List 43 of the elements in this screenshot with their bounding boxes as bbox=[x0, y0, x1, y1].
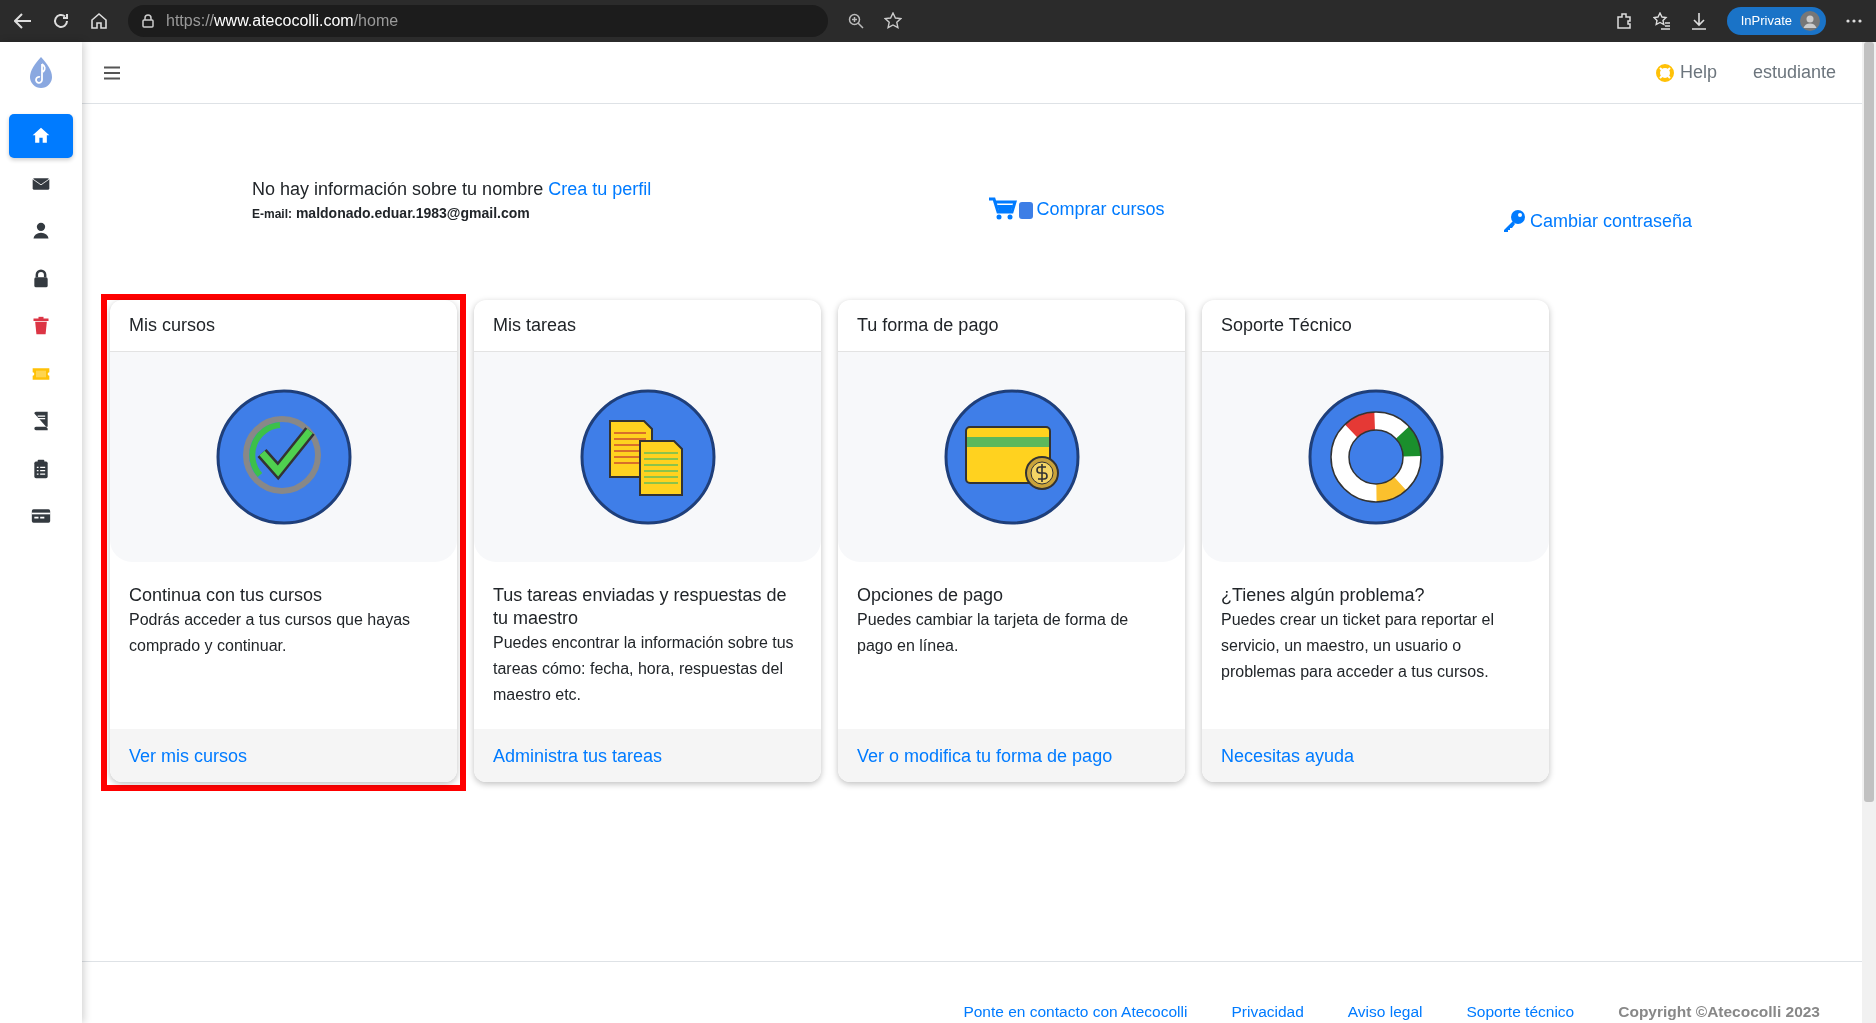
create-profile-link[interactable]: Crea tu perfil bbox=[548, 179, 652, 199]
card-description: Puedes crear un ticket para reportar el servicio, un maestro, un usuario o problemas para acceder a tus cursos. bbox=[1221, 610, 1496, 682]
footer-link[interactable]: Ponte en contacto con Atecocolli bbox=[963, 999, 1188, 1023]
copyright-text: Copyright ©Atecocolli 2023 bbox=[1618, 1001, 1820, 1022]
card-heading: ¿Tienes algún problema? bbox=[1221, 584, 1426, 607]
url-text: https://www.atecocolli.com/home bbox=[166, 11, 399, 31]
card-heading: Opciones de pago bbox=[857, 584, 1005, 607]
extensions-icon[interactable] bbox=[1614, 12, 1633, 30]
avatar-icon bbox=[1800, 11, 1820, 31]
home-icon[interactable] bbox=[90, 12, 108, 30]
logo-icon bbox=[28, 56, 54, 90]
scrollbar-thumb[interactable] bbox=[1864, 42, 1874, 802]
footer-link[interactable]: Soporte técnico bbox=[1466, 999, 1575, 1023]
help-link[interactable]: Help bbox=[1655, 59, 1717, 86]
card-link[interactable]: Ver mis cursos bbox=[129, 746, 248, 766]
favorites-icon[interactable] bbox=[1652, 12, 1671, 30]
lifebuoy-icon bbox=[1655, 63, 1674, 82]
address-bar[interactable]: https://www.atecocolli.com/home bbox=[128, 5, 829, 37]
email-text: E-mail: maldonado.eduar.1983@gmail.com bbox=[252, 204, 531, 223]
user-link[interactable]: estudiante bbox=[1752, 59, 1836, 86]
inprivate-button[interactable]: InPrivate bbox=[1726, 7, 1826, 35]
card-link[interactable]: Necesitas ayuda bbox=[1221, 746, 1355, 766]
lock-icon bbox=[142, 14, 154, 28]
change-password-link[interactable]: Cambiar contraseña bbox=[1501, 208, 1692, 234]
card-heading: Tus tareas enviadas y respuestas de tu maestro bbox=[493, 584, 788, 630]
download-icon[interactable] bbox=[1690, 12, 1707, 30]
back-icon[interactable] bbox=[14, 13, 32, 29]
buy-courses-link[interactable]: Comprar cursos bbox=[988, 196, 1165, 222]
card-heading: Continua con tus cursos bbox=[129, 584, 324, 607]
profile-message: No hay información sobre tu nombre Crea tu perfil bbox=[252, 178, 652, 201]
menu-icon[interactable] bbox=[104, 65, 120, 80]
cart-icon bbox=[988, 197, 1033, 221]
card-description: Puedes cambiar la tarjeta de forma de pago en línea. bbox=[857, 610, 1130, 656]
footer-link[interactable]: Privacidad bbox=[1231, 999, 1304, 1023]
card-description: Puedes encontrar la información sobre tus tareas cómo: fecha, hora, respuestas del maestro etc. bbox=[493, 633, 795, 705]
reload-icon[interactable] bbox=[52, 12, 70, 30]
more-icon[interactable] bbox=[1846, 19, 1862, 23]
card-link[interactable]: Administra tus tareas bbox=[493, 746, 663, 766]
card-description: Podrás acceder a tus cursos que hayas comprado y continuar. bbox=[129, 610, 412, 656]
key-icon bbox=[1501, 209, 1526, 233]
zoom-icon[interactable] bbox=[848, 13, 865, 29]
footer-link[interactable]: Aviso legal bbox=[1347, 999, 1423, 1023]
star-icon[interactable] bbox=[884, 12, 903, 30]
